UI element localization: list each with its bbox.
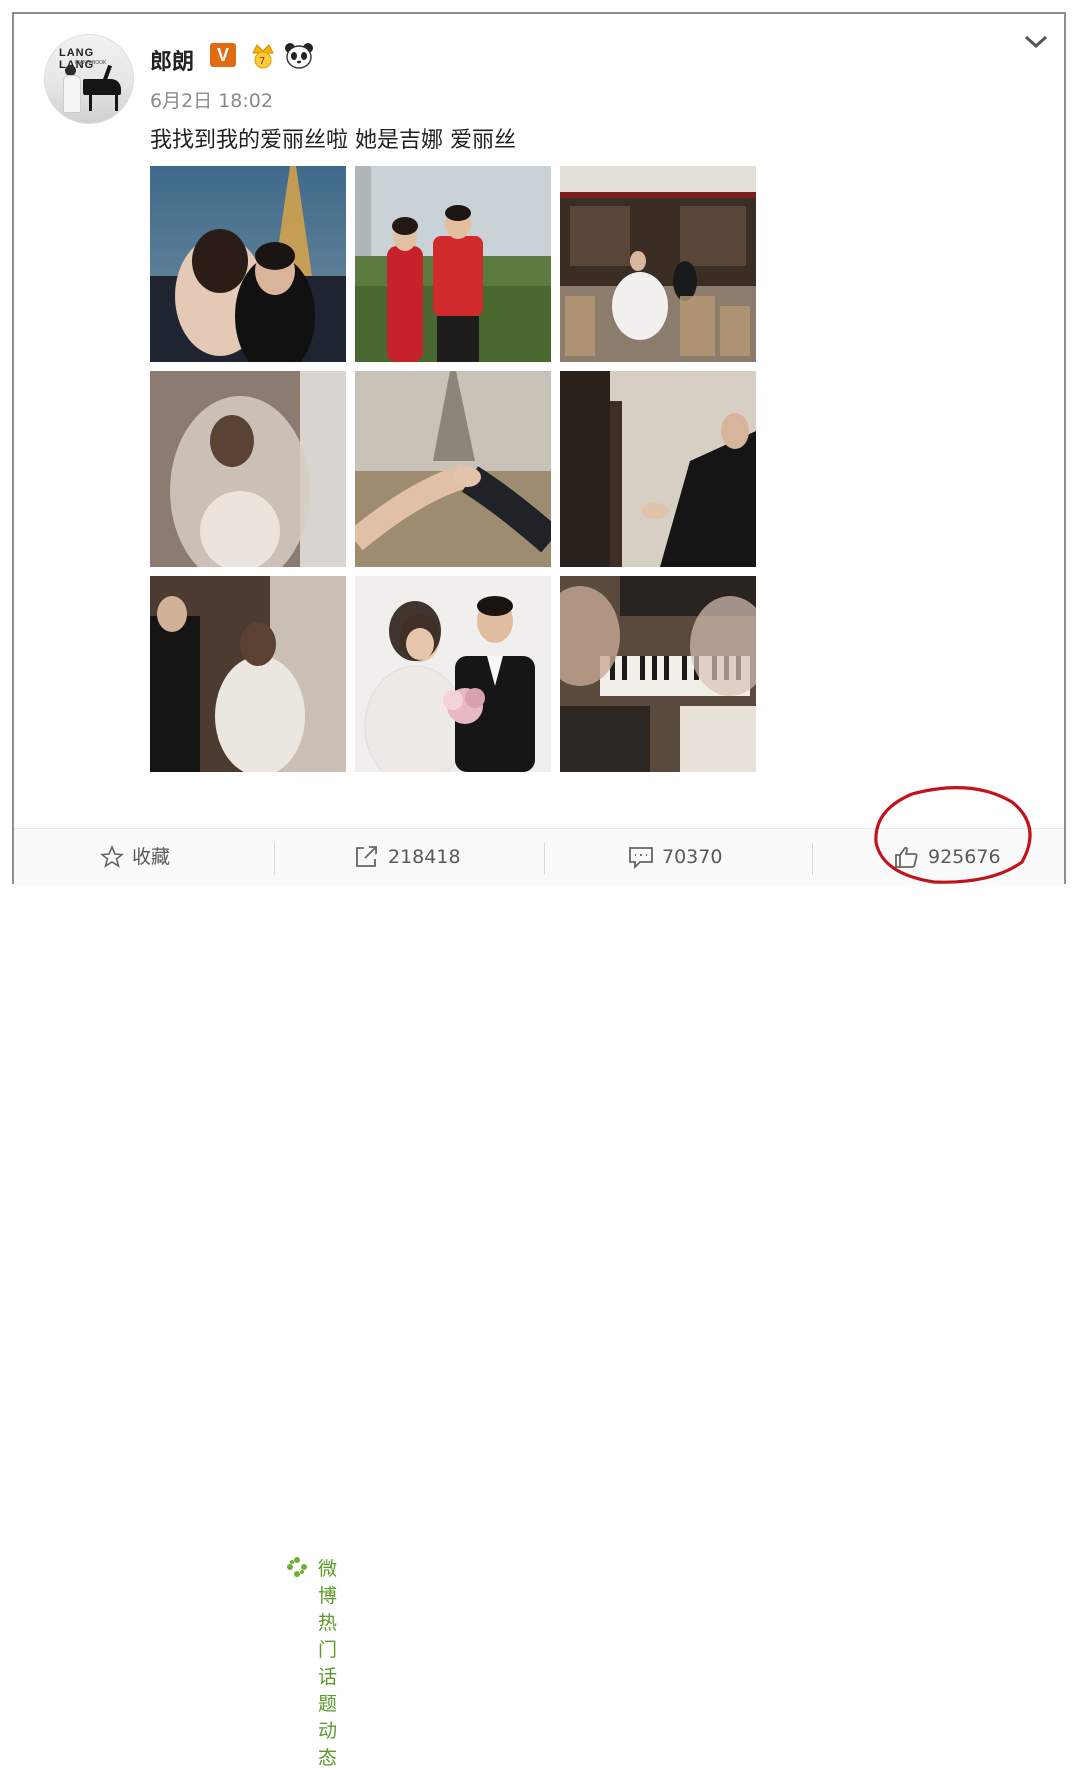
- photo-4[interactable]: [150, 371, 346, 567]
- comment-count: 70370: [662, 846, 723, 868]
- comment-button[interactable]: 70370: [628, 829, 722, 885]
- verified-badge: V: [210, 43, 236, 67]
- svg-text:7: 7: [259, 56, 265, 67]
- share-arrow-icon: [356, 846, 377, 867]
- avatar-subbrand: PIANO BOOK: [75, 60, 107, 66]
- repost-count: 218418: [388, 846, 461, 868]
- photo-grid: [150, 166, 756, 772]
- photo-8[interactable]: [355, 576, 551, 772]
- panda-icon: [285, 43, 313, 69]
- topic-icon: [287, 1557, 307, 1577]
- photo-5[interactable]: [355, 371, 551, 567]
- favorite-label: 收藏: [132, 846, 171, 868]
- author-name[interactable]: 郎朗: [150, 44, 194, 76]
- photo-7[interactable]: [150, 576, 346, 772]
- annotation-circle: [874, 786, 1032, 884]
- crown-badge-icon: 7: [252, 44, 274, 69]
- chevron-down-icon[interactable]: [1022, 32, 1050, 52]
- comment-icon: [629, 847, 653, 869]
- repost-button[interactable]: 218418: [354, 829, 461, 885]
- photo-6[interactable]: [560, 371, 756, 567]
- favorite-button[interactable]: 收藏: [100, 829, 170, 885]
- photo-3[interactable]: [560, 166, 756, 362]
- photo-2[interactable]: [355, 166, 551, 362]
- topic-label[interactable]: 微博热门话题动态: [318, 1554, 337, 1770]
- star-icon: [100, 845, 124, 868]
- post-timestamp[interactable]: 6月2日 18:02: [150, 86, 273, 113]
- weibo-post-card: LANG LANG PIANO BOOK 郎朗 V 7 6月2日 18:02 我…: [12, 12, 1066, 1769]
- photo-1[interactable]: [150, 166, 346, 362]
- photo-9[interactable]: [560, 576, 756, 772]
- avatar[interactable]: LANG LANG PIANO BOOK: [44, 34, 134, 124]
- post-content: 我找到我的爱丽丝啦 她是吉娜 爱丽丝: [150, 128, 516, 153]
